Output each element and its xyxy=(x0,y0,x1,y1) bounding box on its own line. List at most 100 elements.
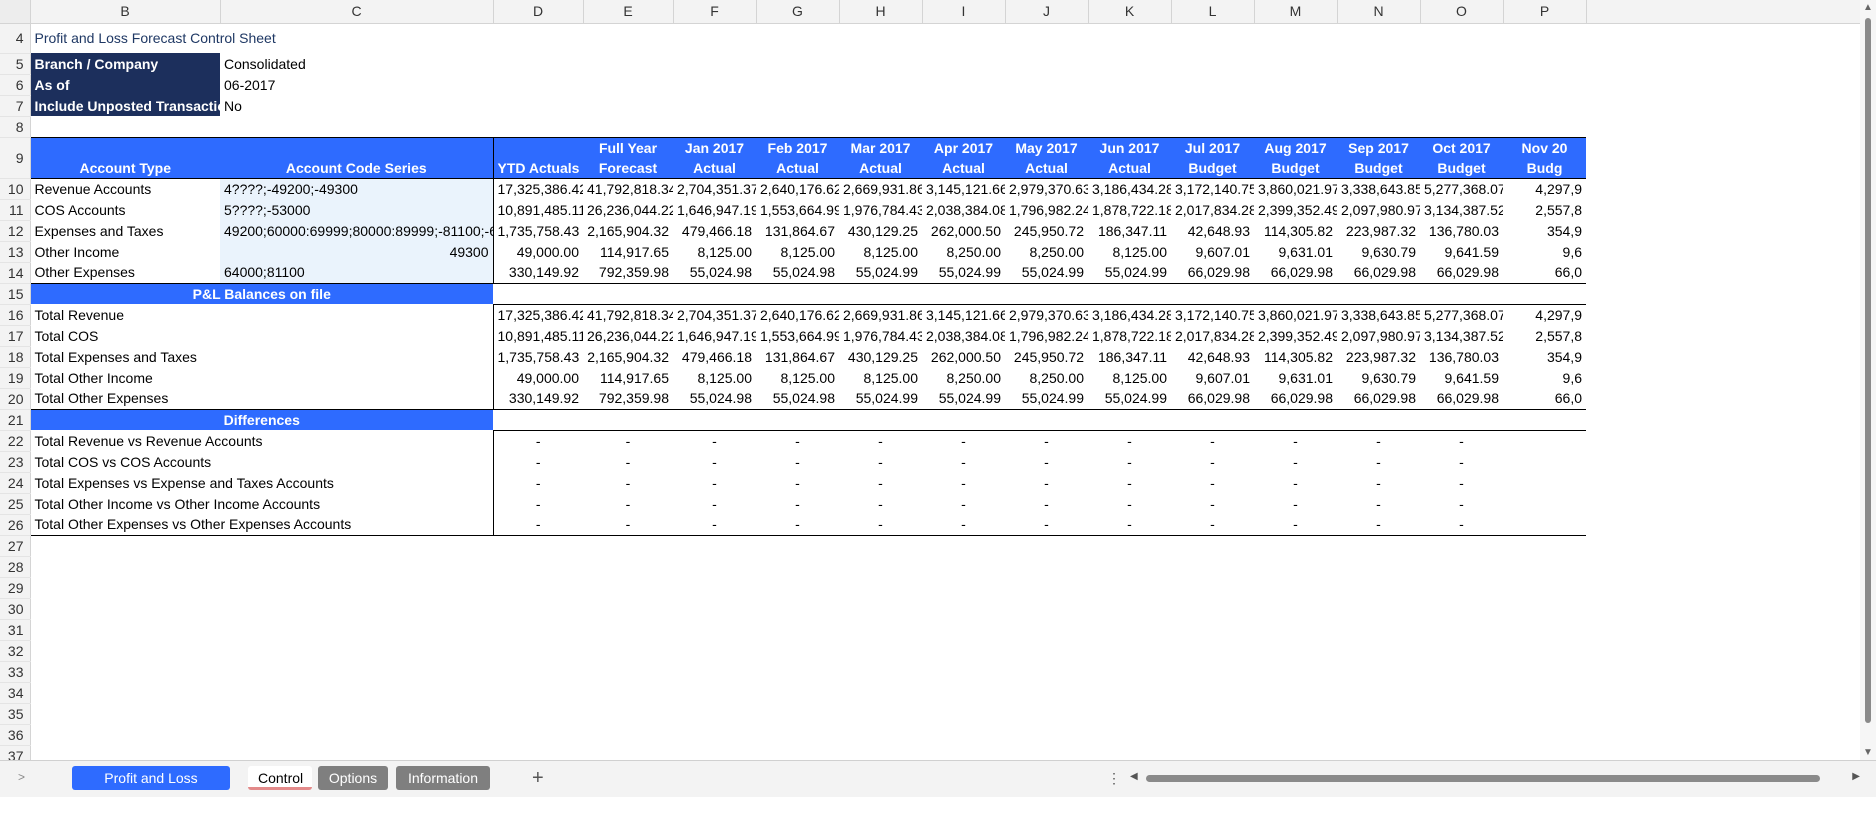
row-number[interactable]: 5 xyxy=(0,53,31,75)
row-number[interactable]: 14 xyxy=(0,262,31,284)
value-cell[interactable]: 9,641.59 xyxy=(1420,367,1503,388)
value-cell[interactable]: 3,134,387.52 xyxy=(1420,199,1503,220)
row-number[interactable]: 30 xyxy=(0,598,31,620)
difference-value-cell[interactable]: - xyxy=(922,493,1005,514)
difference-value-cell[interactable]: - xyxy=(1088,451,1171,472)
value-cell[interactable]: 131,864.67 xyxy=(756,346,839,367)
cell[interactable] xyxy=(1337,682,1420,703)
value-cell[interactable]: 1,878,722.18 xyxy=(1088,199,1171,220)
difference-value-cell[interactable]: - xyxy=(583,493,673,514)
cell[interactable] xyxy=(756,745,839,760)
row-number[interactable]: 20 xyxy=(0,388,31,410)
difference-label[interactable]: Total Revenue vs Revenue Accounts xyxy=(30,430,494,451)
cell[interactable] xyxy=(1171,703,1254,724)
cell[interactable] xyxy=(673,577,756,598)
column-header[interactable]: B xyxy=(30,0,221,24)
difference-label[interactable]: Total COS vs COS Accounts xyxy=(30,451,494,472)
cell[interactable] xyxy=(1586,577,1860,598)
cell[interactable] xyxy=(1586,283,1860,304)
cell[interactable] xyxy=(1254,95,1337,116)
value-cell[interactable]: 8,125.00 xyxy=(839,367,922,388)
column-header[interactable]: G xyxy=(756,0,840,24)
value-cell[interactable]: 1,735,758.43 xyxy=(493,220,583,241)
row-number[interactable]: 28 xyxy=(0,556,31,578)
cell[interactable] xyxy=(1420,95,1503,116)
cell[interactable] xyxy=(30,535,220,556)
column-header[interactable]: M xyxy=(1254,0,1338,24)
cell[interactable] xyxy=(1586,346,1860,367)
param-value[interactable]: 06-2017 xyxy=(220,74,493,95)
cell[interactable] xyxy=(1337,409,1420,431)
cell[interactable] xyxy=(493,53,583,74)
cell[interactable] xyxy=(1171,409,1254,431)
value-cell[interactable]: 2,097,980.97 xyxy=(1337,199,1420,220)
cell[interactable] xyxy=(922,745,1005,760)
balance-label[interactable]: Total COS xyxy=(30,325,494,346)
cell[interactable] xyxy=(583,409,673,431)
account-code-cell[interactable]: 5????;-53000 xyxy=(220,199,494,220)
row-number[interactable]: 35 xyxy=(0,703,31,725)
cell[interactable] xyxy=(1088,682,1171,703)
cell[interactable] xyxy=(1171,640,1254,661)
cell[interactable] xyxy=(673,703,756,724)
cell[interactable] xyxy=(583,95,673,116)
row-number[interactable]: 18 xyxy=(0,346,31,368)
cell[interactable] xyxy=(220,116,493,137)
cell[interactable] xyxy=(922,53,1005,74)
difference-value-cell[interactable] xyxy=(1503,430,1586,451)
value-cell[interactable]: 2,017,834.28 xyxy=(1171,199,1254,220)
cell[interactable] xyxy=(30,724,220,745)
cell[interactable] xyxy=(220,619,493,640)
cell[interactable] xyxy=(1586,23,1860,53)
cell[interactable] xyxy=(1420,619,1503,640)
cell[interactable] xyxy=(1171,116,1254,137)
difference-value-cell[interactable] xyxy=(1503,451,1586,472)
difference-value-cell[interactable]: - xyxy=(1254,472,1337,493)
value-cell[interactable]: 1,796,982.24 xyxy=(1005,325,1088,346)
add-sheet-icon[interactable]: + xyxy=(532,766,544,790)
cell[interactable] xyxy=(756,74,839,95)
row-number[interactable]: 29 xyxy=(0,577,31,599)
value-cell[interactable]: 8,125.00 xyxy=(1088,367,1171,388)
value-cell[interactable]: 10,891,485.11 xyxy=(493,199,584,220)
value-cell[interactable]: 430,129.25 xyxy=(839,346,922,367)
cell[interactable] xyxy=(493,724,583,745)
cell[interactable] xyxy=(1503,409,1586,431)
cell[interactable] xyxy=(493,682,583,703)
value-cell[interactable]: 55,024.99 xyxy=(922,388,1005,410)
cell[interactable] xyxy=(1171,283,1254,305)
cell[interactable] xyxy=(1420,53,1503,74)
row-number[interactable]: 26 xyxy=(0,514,31,536)
value-cell[interactable]: 245,950.72 xyxy=(1005,220,1088,241)
cell[interactable] xyxy=(1254,619,1337,640)
cell[interactable] xyxy=(1171,535,1254,556)
cell[interactable] xyxy=(1088,23,1171,53)
cell[interactable] xyxy=(756,661,839,682)
cell[interactable] xyxy=(922,724,1005,745)
column-header[interactable]: H xyxy=(839,0,923,24)
value-cell[interactable]: 3,145,121.66 xyxy=(922,304,1005,325)
cell[interactable] xyxy=(1503,745,1586,760)
row-number[interactable]: 31 xyxy=(0,619,31,641)
vertical-scroll-thumb[interactable] xyxy=(1865,18,1871,723)
value-cell[interactable]: 66,029.98 xyxy=(1337,262,1420,284)
value-cell[interactable]: 8,250.00 xyxy=(922,367,1005,388)
cell[interactable] xyxy=(922,577,1005,598)
cell[interactable] xyxy=(1088,74,1171,95)
cell[interactable] xyxy=(30,577,220,598)
cell[interactable] xyxy=(220,556,493,577)
value-cell[interactable]: 9,6 xyxy=(1503,241,1586,262)
cell[interactable] xyxy=(839,640,922,661)
cell[interactable] xyxy=(922,116,1005,137)
value-cell[interactable]: 2,038,384.08 xyxy=(922,199,1005,220)
value-cell[interactable]: 3,860,021.97 xyxy=(1254,304,1337,325)
cell[interactable] xyxy=(1586,220,1860,241)
difference-value-cell[interactable]: - xyxy=(756,451,839,472)
column-header[interactable]: D xyxy=(493,0,584,24)
cell[interactable] xyxy=(220,535,493,556)
value-cell[interactable]: 2,038,384.08 xyxy=(922,325,1005,346)
cell[interactable] xyxy=(493,283,583,305)
cell[interactable] xyxy=(583,53,673,74)
cell[interactable] xyxy=(1171,23,1254,53)
value-cell[interactable]: 479,466.18 xyxy=(673,220,756,241)
